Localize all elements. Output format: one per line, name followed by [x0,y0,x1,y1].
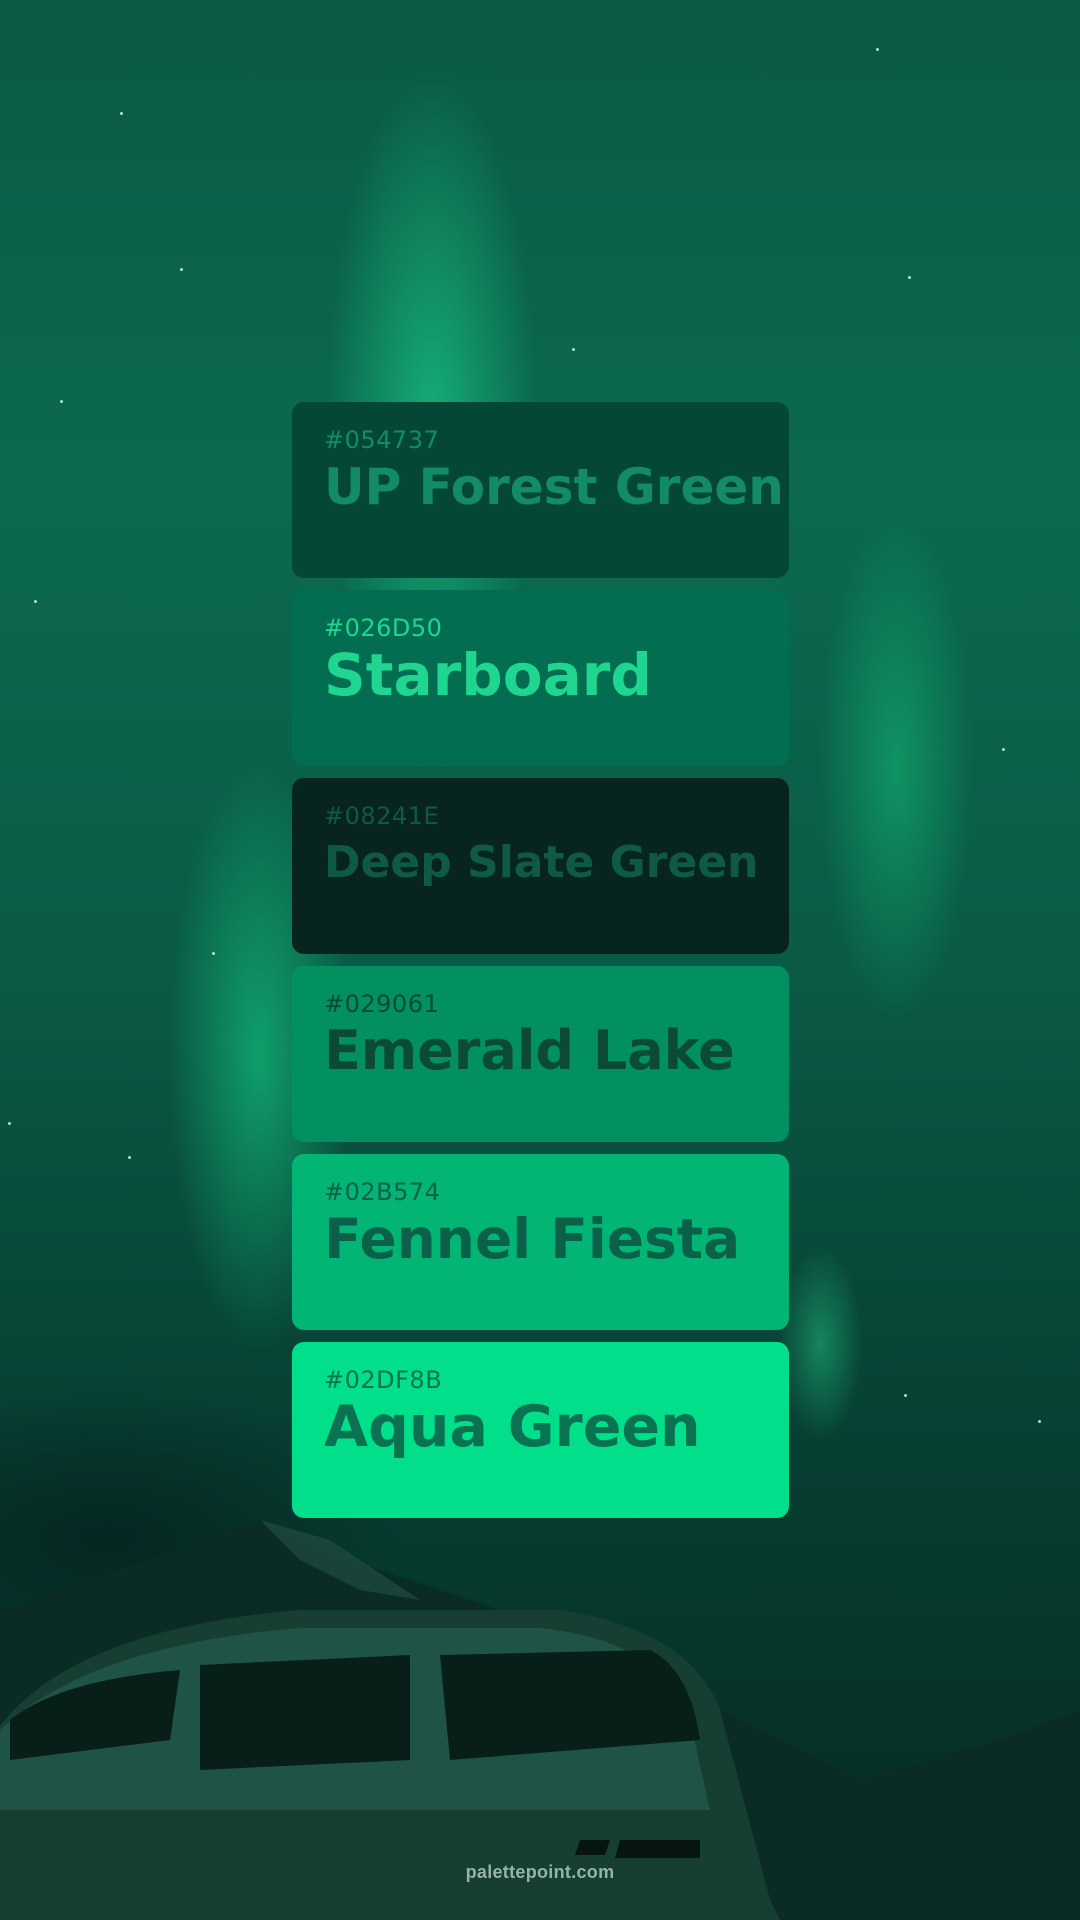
star [908,276,911,279]
swatch-up-forest-green: #054737 UP Forest Green [292,402,789,578]
color-name: Deep Slate Green [324,837,759,888]
star [1038,1420,1041,1423]
star [120,112,123,115]
star [128,1156,131,1159]
swatch-fennel-fiesta: #02B574 Fennel Fiesta [292,1154,789,1330]
mountain-and-van-silhouette [0,1520,1080,1920]
star [572,348,575,351]
star [8,1122,11,1125]
color-swatch-list: #054737 UP Forest Green #026D50 Starboar… [292,402,789,1530]
star [904,1394,907,1397]
star [876,48,879,51]
swatch-starboard: #026D50 Starboard [292,590,789,766]
star [60,400,63,403]
hex-code: #054737 [324,426,440,454]
color-name: UP Forest Green [324,458,784,516]
palette-poster: #054737 UP Forest Green #026D50 Starboar… [0,0,1080,1920]
hex-code: #02B574 [324,1178,441,1206]
color-name: Starboard [324,641,652,709]
hex-code: #029061 [324,990,440,1018]
color-name: Aqua Green [324,1394,701,1460]
hex-code: #026D50 [324,614,443,642]
hex-code: #08241E [324,802,440,830]
star [34,600,37,603]
hex-code: #02DF8B [324,1366,443,1394]
site-credit: palettepoint.com [465,1862,615,1882]
swatch-deep-slate-green: #08241E Deep Slate Green [292,778,789,954]
star [212,952,215,955]
star [180,268,183,271]
color-name: Fennel Fiesta [324,1207,741,1271]
color-name: Emerald Lake [324,1019,735,1082]
swatch-aqua-green: #02DF8B Aqua Green [292,1342,789,1518]
swatch-emerald-lake: #029061 Emerald Lake [292,966,789,1142]
star [1002,748,1005,751]
